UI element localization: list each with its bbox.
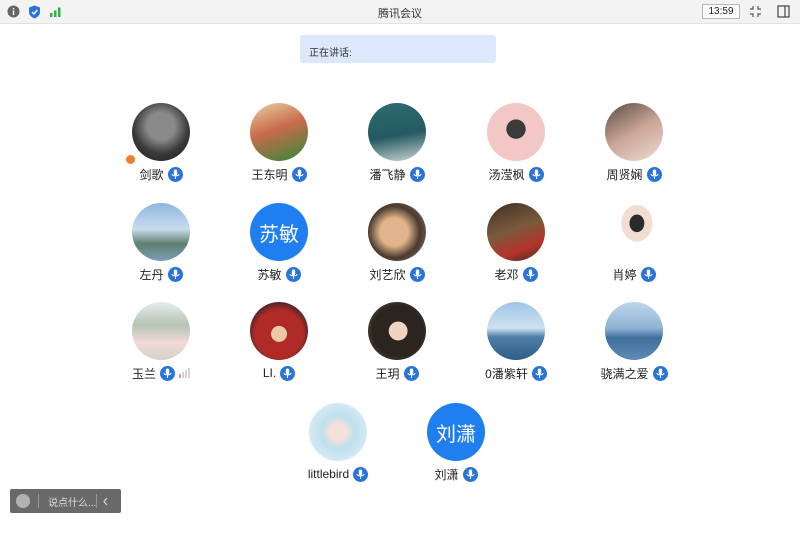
participant-name: 玉兰 xyxy=(131,366,156,381)
microphone-icon xyxy=(640,266,656,282)
title-bar: 腾讯会议 13:59 xyxy=(0,0,800,24)
participant-tile[interactable]: 王东明 xyxy=(219,103,339,182)
participant-tile[interactable]: 汤滢枫 xyxy=(456,103,576,182)
microphone-icon xyxy=(160,365,175,381)
avatar xyxy=(132,302,190,360)
avatar xyxy=(309,403,367,461)
participant-name: LI. xyxy=(262,366,277,380)
participant-tile[interactable]: 苏敏 苏敏 xyxy=(219,203,339,282)
participant-tile[interactable]: 王玥 xyxy=(337,302,457,381)
microphone-icon xyxy=(291,166,307,182)
participant-tile[interactable]: LI. xyxy=(219,302,339,381)
microphone-icon xyxy=(167,266,183,282)
emoji-icon[interactable] xyxy=(16,494,30,508)
clock: 13:59 xyxy=(702,4,740,19)
microphone-icon xyxy=(652,365,668,381)
participant-name: 汤滢枫 xyxy=(488,167,525,182)
host-badge-icon xyxy=(125,154,136,165)
participant-tile[interactable]: 老邓 xyxy=(456,203,576,282)
participant-name: 王玥 xyxy=(375,366,400,381)
avatar xyxy=(250,302,308,360)
participant-name: 骁满之爱 xyxy=(600,366,649,381)
microphone-icon xyxy=(285,266,301,282)
divider xyxy=(38,494,39,508)
window-title: 腾讯会议 xyxy=(378,8,422,20)
microphone-icon xyxy=(409,166,425,182)
microphone-icon xyxy=(462,466,478,482)
participant-name: 刘艺欣 xyxy=(369,267,406,282)
avatar xyxy=(368,302,426,360)
participant-name: 左丹 xyxy=(139,267,164,282)
avatar xyxy=(368,103,426,161)
avatar xyxy=(132,203,190,261)
collapse-arrow-icon[interactable] xyxy=(102,497,109,506)
participant-tile[interactable]: 潘飞静 xyxy=(337,103,457,182)
avatar xyxy=(605,203,663,261)
avatar: 苏敏 xyxy=(250,203,308,261)
avatar xyxy=(487,203,545,261)
avatar xyxy=(487,302,545,360)
avatar xyxy=(250,103,308,161)
avatar: 刘潇 xyxy=(427,403,485,461)
microphone-icon xyxy=(531,365,547,381)
speaking-label: 正在讲话: xyxy=(309,48,352,59)
divider xyxy=(96,494,97,508)
participant-tile[interactable]: 周贤娴 xyxy=(574,103,694,182)
participant-name: 周贤娴 xyxy=(606,167,643,182)
participant-name: 剑歌 xyxy=(139,167,164,182)
microphone-icon xyxy=(646,166,662,182)
participant-name: 老邓 xyxy=(494,267,519,282)
participant-tile[interactable]: 左丹 xyxy=(101,203,221,282)
participant-tile[interactable]: 0潘紫轩 xyxy=(456,302,576,381)
microphone-icon xyxy=(353,466,369,482)
chat-input-bar[interactable]: 说点什么... xyxy=(10,489,121,513)
avatar xyxy=(605,103,663,161)
sidebar-toggle-icon[interactable] xyxy=(776,4,791,19)
microphone-icon xyxy=(403,365,419,381)
avatar xyxy=(487,103,545,161)
participant-name: littlebird xyxy=(307,467,350,481)
participant-tile[interactable]: 剑歌 xyxy=(101,103,221,182)
participant-name: 王东明 xyxy=(251,167,288,182)
audio-signal-icon xyxy=(179,368,190,378)
participant-tile[interactable]: 骁满之爱 xyxy=(574,302,694,381)
microphone-icon xyxy=(167,166,183,182)
speaking-indicator: 正在讲话: xyxy=(300,35,496,63)
participant-tile[interactable]: 玉兰 xyxy=(101,302,221,381)
participant-name: 刘潇 xyxy=(434,467,459,482)
avatar xyxy=(605,302,663,360)
microphone-icon xyxy=(280,365,296,381)
participant-tile[interactable]: 刘潇 刘潇 xyxy=(396,403,516,482)
participant-tile[interactable]: 刘艺欣 xyxy=(337,203,457,282)
avatar xyxy=(132,103,190,161)
fullscreen-icon[interactable] xyxy=(748,4,763,19)
microphone-icon xyxy=(528,166,544,182)
chat-input[interactable]: 说点什么... xyxy=(48,494,96,509)
participant-name: 潘飞静 xyxy=(369,167,406,182)
participant-name: 肖婷 xyxy=(612,267,637,282)
participant-tile[interactable]: littlebird xyxy=(278,403,398,482)
participant-name: 0潘紫轩 xyxy=(485,366,528,381)
participant-name: 苏敏 xyxy=(257,267,282,282)
microphone-icon xyxy=(522,266,538,282)
microphone-icon xyxy=(409,266,425,282)
participant-tile[interactable]: 肖婷 xyxy=(574,203,694,282)
avatar xyxy=(368,203,426,261)
